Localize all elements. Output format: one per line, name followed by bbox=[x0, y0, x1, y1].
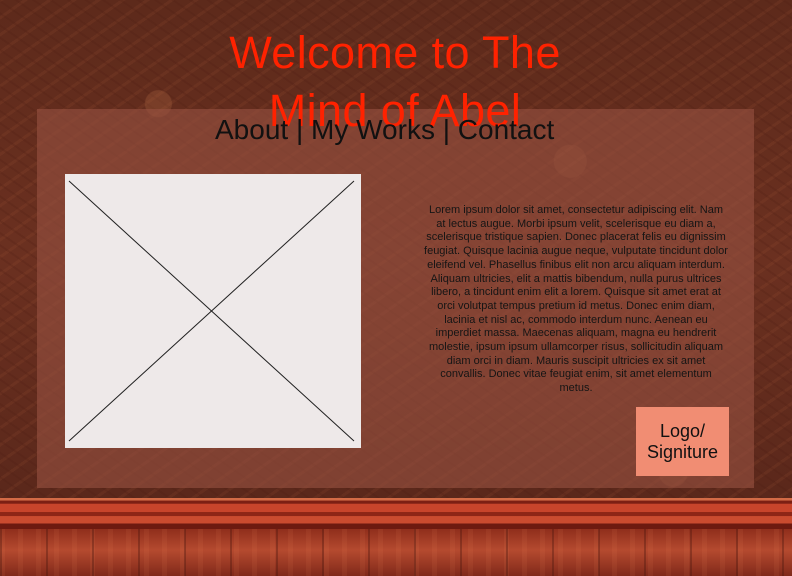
main-navigation: About | My Works | Contact bbox=[215, 111, 554, 149]
floor-rail bbox=[0, 498, 792, 529]
description-text: Lorem ipsum dolor sit amet, consectetur … bbox=[424, 204, 728, 395]
image-placeholder-icon bbox=[68, 180, 355, 442]
nav-about-link[interactable]: About bbox=[215, 114, 288, 145]
nav-my-works-link[interactable]: My Works bbox=[311, 114, 435, 145]
page: Welcome to The Mind of Abel About | My W… bbox=[0, 0, 792, 576]
logo-signature-box: Logo/ Signiture bbox=[636, 407, 729, 476]
wood-floor bbox=[0, 529, 792, 576]
nav-separator: | bbox=[295, 114, 304, 145]
image-placeholder bbox=[65, 174, 361, 448]
nav-contact-link[interactable]: Contact bbox=[458, 114, 555, 145]
nav-separator: | bbox=[442, 114, 450, 145]
